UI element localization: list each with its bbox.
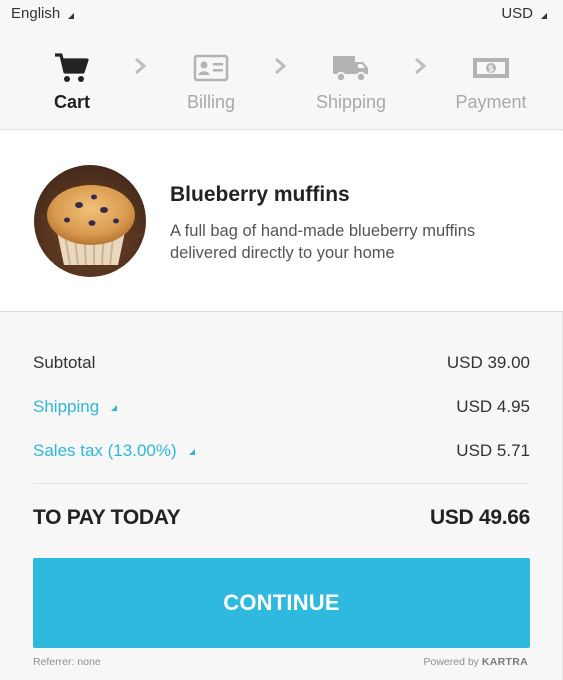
tax-value: USD 5.71: [456, 441, 530, 460]
referrer-text: Referrer: none: [33, 656, 101, 668]
step-label: Payment: [455, 92, 527, 112]
shipping-value: USD 4.95: [456, 397, 530, 416]
divider: [33, 483, 530, 484]
step-label: Billing: [186, 92, 236, 112]
language-selector[interactable]: English: [11, 5, 75, 22]
step-shipping[interactable]: Shipping: [296, 50, 406, 113]
step-label: Cart: [53, 92, 90, 112]
powered-by-label: Powered by: [423, 656, 479, 668]
total-row: TO PAY TODAY USD 49.66: [33, 506, 530, 536]
truck-icon: [296, 50, 406, 86]
id-card-icon: [156, 50, 266, 86]
checkout-widget: English USD Cart Billing Shipping $ Paym…: [0, 0, 563, 680]
chevron-right-icon: [133, 57, 147, 80]
step-cart[interactable]: Cart: [17, 50, 127, 113]
total-value: USD 49.66: [429, 506, 530, 529]
tax-label: Sales tax (13.00%): [33, 441, 177, 460]
language-label: English: [11, 5, 61, 22]
product-description: A full bag of hand-made blueberry muffin…: [170, 222, 476, 262]
product-title: Blueberry muffins: [170, 183, 350, 206]
svg-text:$: $: [488, 65, 494, 75]
checkout-steps: Cart Billing Shipping $ Payment: [0, 30, 563, 130]
step-label: Shipping: [315, 92, 387, 112]
currency-label: USD: [501, 5, 533, 22]
subtotal-value: USD 39.00: [446, 353, 530, 372]
caret-down-icon: [541, 13, 547, 19]
cart-icon: [17, 50, 127, 86]
subtotal-row: Subtotal USD 39.00: [33, 353, 530, 377]
top-bar: English USD: [0, 0, 563, 30]
brand-logo: KARTRA: [481, 656, 528, 668]
step-payment[interactable]: $ Payment: [436, 50, 546, 113]
product-image: [34, 165, 146, 277]
tax-toggle[interactable]: Sales tax (13.00%): [33, 441, 195, 461]
caret-icon: [188, 449, 195, 455]
banknote-icon: $: [436, 50, 546, 86]
shipping-label: Shipping: [33, 397, 100, 416]
subtotal-label: Subtotal: [33, 353, 96, 372]
caret-icon: [111, 405, 118, 411]
step-billing[interactable]: Billing: [156, 50, 266, 113]
tax-row: Sales tax (13.00%) USD 5.71: [33, 441, 530, 465]
powered-by[interactable]: Powered by KARTRA: [423, 656, 528, 668]
product-card: Blueberry muffins A full bag of hand-mad…: [0, 131, 563, 312]
shipping-row: Shipping USD 4.95: [33, 397, 530, 421]
total-label: TO PAY TODAY: [33, 506, 181, 529]
chevron-right-icon: [273, 57, 287, 80]
continue-button[interactable]: CONTINUE: [33, 558, 530, 648]
currency-selector[interactable]: USD: [501, 5, 547, 22]
shipping-toggle[interactable]: Shipping: [33, 397, 118, 417]
chevron-right-icon: [413, 57, 427, 80]
caret-down-icon: [68, 13, 75, 19]
